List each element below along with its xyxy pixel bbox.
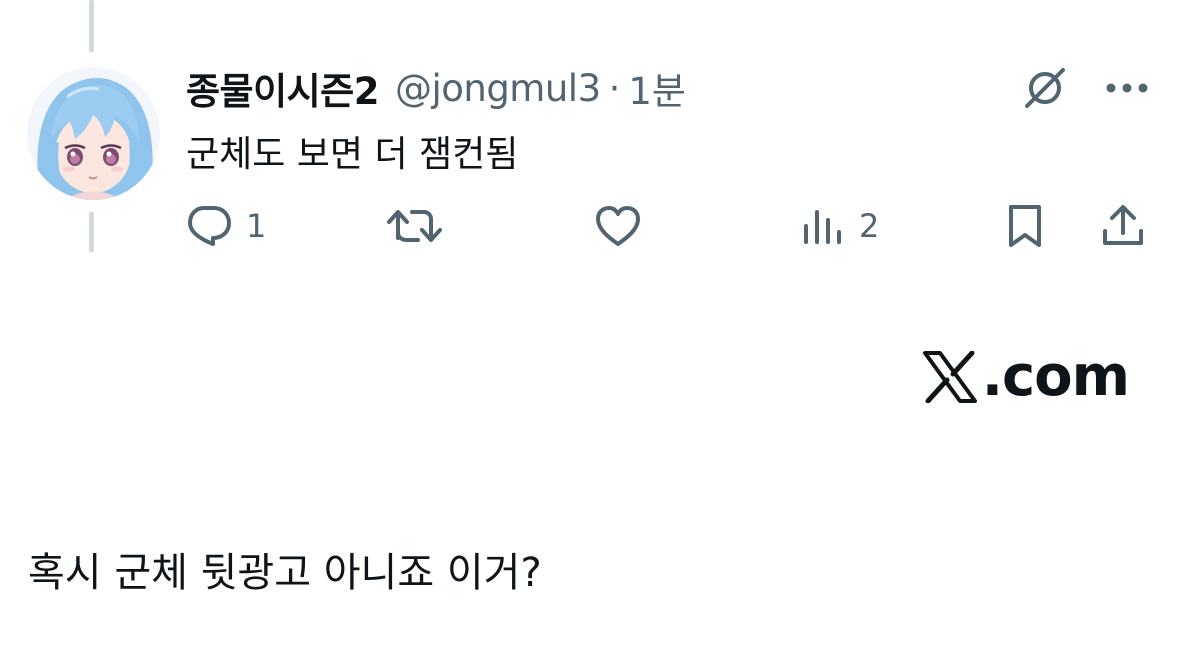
avatar[interactable]: [27, 67, 160, 200]
share-button[interactable]: [1100, 200, 1146, 252]
separator-dot: ·: [608, 66, 621, 110]
like-button[interactable]: [594, 200, 642, 252]
display-name[interactable]: 종물이시즌2: [186, 61, 379, 115]
retweet-icon: [386, 204, 444, 248]
tweet-time[interactable]: 1분: [628, 61, 686, 115]
views-button[interactable]: 2: [801, 200, 879, 252]
reply-icon: [186, 204, 232, 248]
thread-line-bottom: [89, 212, 94, 252]
bookmark-button[interactable]: [1003, 200, 1047, 252]
tweet-header-actions: [1021, 62, 1149, 114]
views-icon: [801, 206, 845, 246]
reply-button[interactable]: 1: [186, 200, 266, 252]
bookmark-icon: [1003, 203, 1047, 249]
anime-girl-avatar-icon: [27, 67, 160, 200]
thread-line-top: [89, 0, 94, 52]
caption-text: 혹시 군체 뒷광고 아니죠 이거?: [28, 550, 542, 596]
grok-icon[interactable]: [1021, 64, 1069, 112]
x-logo-icon: [922, 350, 978, 403]
share-icon: [1100, 203, 1146, 249]
brand-text: .com: [981, 344, 1130, 409]
retweet-button[interactable]: [386, 200, 444, 252]
more-dots-icon[interactable]: [1105, 80, 1149, 96]
x-com-watermark: .com: [922, 344, 1130, 409]
user-handle[interactable]: @jongmul3: [395, 67, 601, 110]
views-count: 2: [859, 207, 880, 245]
heart-icon: [594, 204, 642, 248]
tweet-text: 군체도 보면 더 잼컨됨: [186, 134, 519, 175]
reply-count: 1: [246, 207, 267, 245]
tweet-header: 종물이시즌2 @jongmul3 · 1분: [186, 62, 686, 114]
